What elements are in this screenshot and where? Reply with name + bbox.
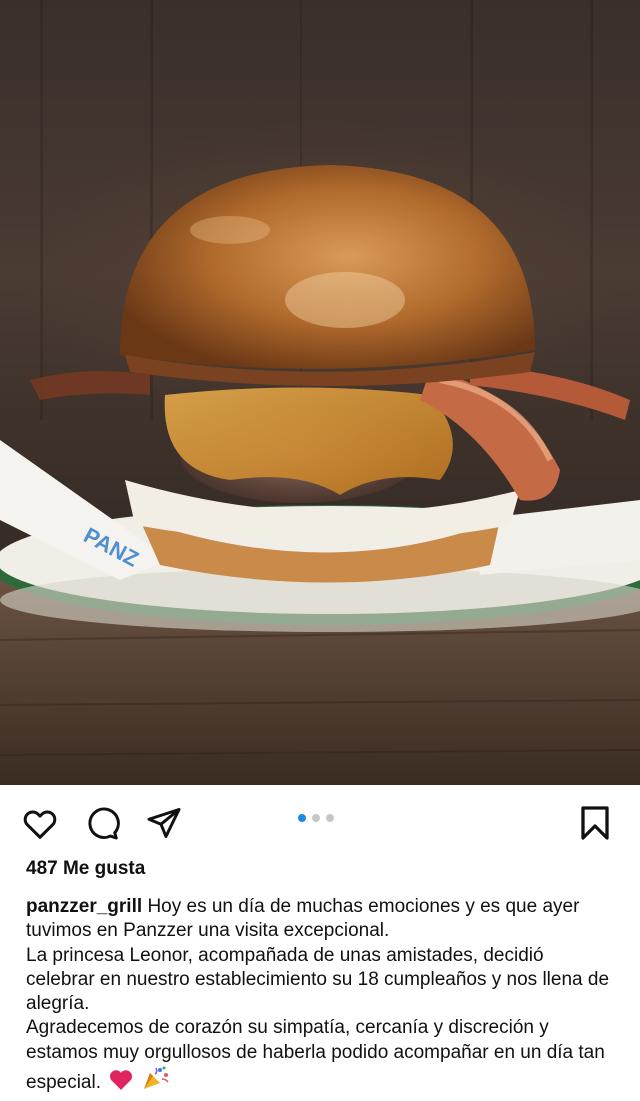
heart-outline-icon — [23, 810, 57, 839]
share-button[interactable] — [144, 803, 184, 843]
post-action-bar — [0, 785, 640, 857]
comment-bubble-icon — [88, 807, 120, 840]
bookmark-icon — [581, 806, 609, 840]
caption-paragraph-3: Agradecemos de corazón su simpatía, cerc… — [26, 1016, 616, 1098]
carousel-dot — [312, 814, 320, 822]
comment-button[interactable] — [82, 803, 122, 843]
caption-paragraph-2: La princesa Leonor, acompañada de unas a… — [26, 944, 610, 1015]
red-heart-icon — [108, 1067, 134, 1098]
post-image[interactable]: PANZ — [0, 0, 640, 785]
carousel-dot-active — [298, 814, 306, 822]
like-button[interactable] — [20, 803, 60, 843]
save-button[interactable] — [575, 803, 615, 843]
carousel-indicator — [298, 814, 334, 822]
caption-username[interactable]: panzzer_grill — [26, 896, 142, 917]
likes-count[interactable]: 487 Me gusta — [26, 858, 145, 880]
post-caption: panzzer_grill Hoy es un día de muchas em… — [26, 895, 616, 1098]
party-popper-icon — [142, 1065, 170, 1098]
paper-plane-icon — [147, 808, 181, 838]
carousel-dot — [326, 814, 334, 822]
burger-photo: PANZ — [0, 0, 640, 785]
caption-paragraph-1: panzzer_grill Hoy es un día de muchas em… — [26, 895, 616, 944]
